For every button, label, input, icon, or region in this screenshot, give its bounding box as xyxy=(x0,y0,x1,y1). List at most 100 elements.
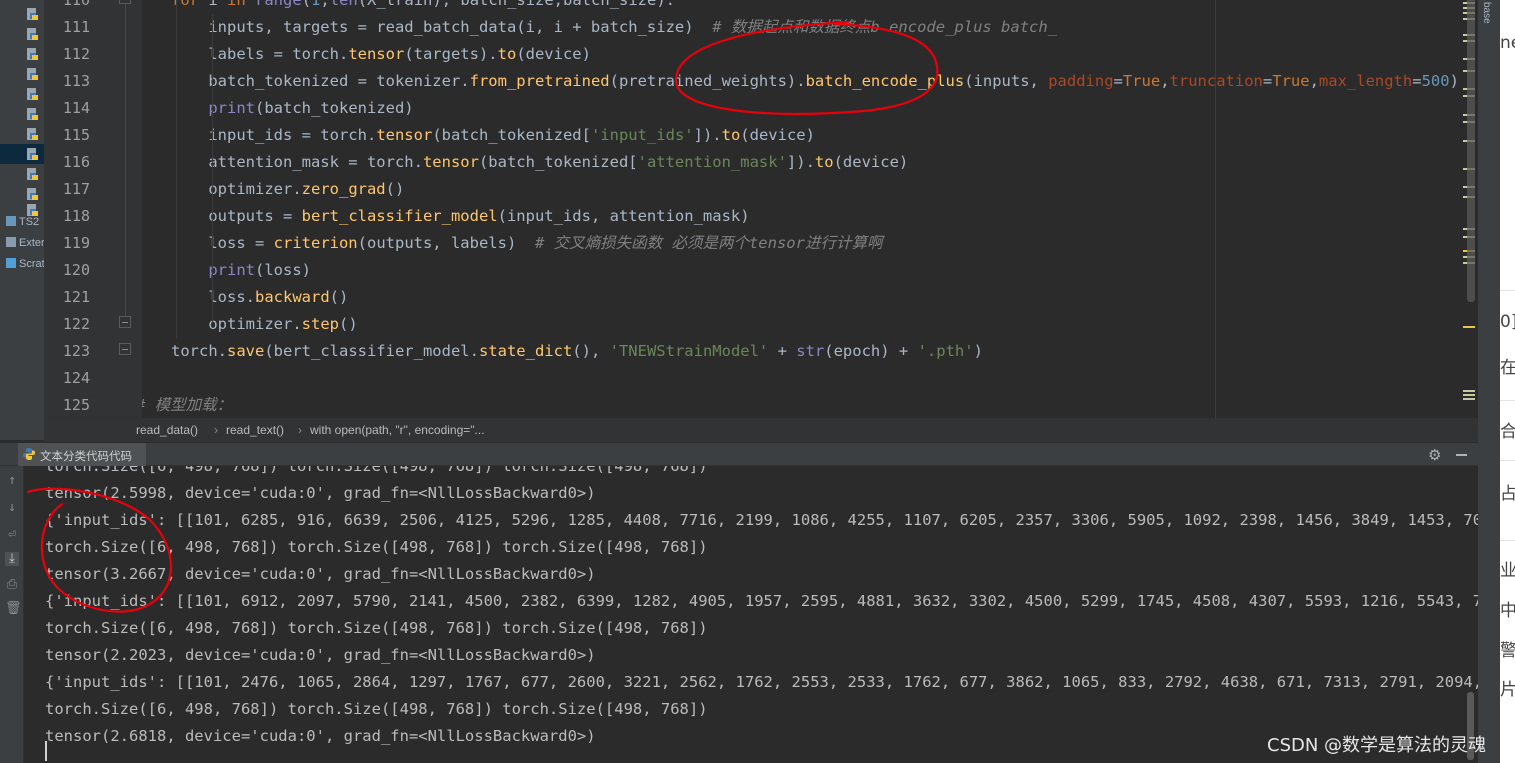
code-line[interactable]: # 模型加载： xyxy=(142,392,232,418)
line-number: 110 xyxy=(62,0,90,9)
project-tree-item[interactable]: TS2 xyxy=(6,216,39,228)
run-panel-header: 文本分类代码代码 ⚙ xyxy=(0,442,1478,466)
line-number: 116 xyxy=(62,153,90,171)
python-icon xyxy=(23,448,35,460)
scratch-icon xyxy=(6,258,16,268)
project-file-row[interactable] xyxy=(0,64,44,84)
code-line[interactable]: outputs = bert_classifier_model(input_id… xyxy=(171,203,749,230)
project-tree-item-label: TS2 xyxy=(19,216,40,228)
breadcrumb-item[interactable]: read_data() xyxy=(136,423,198,437)
fold-marker[interactable] xyxy=(119,316,131,328)
python-file-icon xyxy=(27,68,38,80)
indent-guide xyxy=(176,0,177,338)
code-inspection-marker[interactable] xyxy=(1463,398,1475,400)
line-number: 112 xyxy=(62,45,90,63)
code-line[interactable]: print(batch_tokenized) xyxy=(171,95,413,122)
project-file-row[interactable] xyxy=(0,4,44,24)
project-file-row[interactable] xyxy=(0,124,44,144)
console-line: torch.Size([6, 498, 768]) torch.Size([49… xyxy=(45,466,708,475)
trash-icon[interactable]: 🗑 xyxy=(5,602,22,616)
background-window-text: 中 xyxy=(1500,601,1515,621)
code-line[interactable]: batch_tokenized = tokenizer.from_pretrai… xyxy=(171,68,1459,95)
line-number: 117 xyxy=(62,180,90,198)
csdn-watermark: CSDN @数学是算法的灵魂 xyxy=(1267,735,1487,756)
console-line: tensor(2.6818, device='cuda:0', grad_fn=… xyxy=(45,727,596,745)
code-line[interactable]: print(loss) xyxy=(171,257,311,284)
project-file-row[interactable] xyxy=(0,104,44,124)
line-number: 119 xyxy=(62,234,90,252)
python-file-icon xyxy=(27,88,38,100)
python-file-icon xyxy=(27,204,38,216)
code-editor[interactable]: for i in range(1,len(X_train), batch_siz… xyxy=(142,0,1478,418)
line-number: 111 xyxy=(62,18,90,36)
code-line[interactable]: optimizer.zero_grad() xyxy=(171,176,404,203)
console-line: {'input_ids': [[101, 6285, 916, 6639, 25… xyxy=(45,511,1478,529)
line-number: 125 xyxy=(62,396,90,414)
line-number: 124 xyxy=(62,369,90,387)
background-browser-window: ne 0] 在合占业中警片 xyxy=(1500,0,1515,763)
editor-scrollbar-thumb[interactable] xyxy=(1467,0,1475,302)
project-tree-item-label: Scratc xyxy=(19,258,44,270)
python-file-icon xyxy=(27,148,38,160)
breadcrumb-item[interactable]: read_text() xyxy=(226,423,284,437)
background-window-text: 片 xyxy=(1500,680,1515,700)
project-tree-item-label: Extern xyxy=(19,237,44,249)
console-line: torch.Size([6, 498, 768]) torch.Size([49… xyxy=(45,538,708,556)
background-window-divider xyxy=(1500,540,1515,541)
line-number: 122 xyxy=(62,315,90,333)
run-console-output[interactable]: torch.Size([6, 498, 768]) torch.Size([49… xyxy=(24,466,1478,763)
project-file-row[interactable] xyxy=(0,164,44,184)
module-icon xyxy=(6,216,16,226)
gear-icon[interactable]: ⚙ xyxy=(1428,446,1441,464)
console-line: {'input_ids': [[101, 6912, 2097, 5790, 2… xyxy=(45,592,1478,610)
breadcrumb-item[interactable]: with open(path, "r", encoding="... xyxy=(310,423,485,437)
soft-wrap-icon[interactable]: ⏎ xyxy=(5,528,19,542)
background-window-text: 在 xyxy=(1500,358,1515,378)
console-line: {'input_ids': [[101, 2476, 1065, 2864, 1… xyxy=(45,673,1478,691)
code-line[interactable]: labels = torch.tensor(targets).to(device… xyxy=(171,41,591,68)
chevron-right-icon: › xyxy=(214,423,218,437)
project-file-row[interactable] xyxy=(0,144,44,164)
background-window-text: 业 xyxy=(1500,561,1515,581)
fold-marker[interactable] xyxy=(119,343,131,355)
database-tool-tab[interactable]: base xyxy=(1481,2,1492,24)
code-line[interactable]: input_ids = torch.tensor(batch_tokenized… xyxy=(171,122,815,149)
background-window-text: ne xyxy=(1500,33,1515,53)
project-tree-item[interactable]: Extern xyxy=(6,237,44,249)
background-window-text: 合 xyxy=(1500,422,1515,442)
code-inspection-marker[interactable] xyxy=(1463,394,1475,396)
minimize-icon[interactable] xyxy=(1456,454,1467,456)
line-number: 118 xyxy=(62,207,90,225)
chevron-right-icon: › xyxy=(298,423,302,437)
code-line[interactable]: for i in range(1,len(X_train), batch_siz… xyxy=(171,0,675,14)
background-window-divider xyxy=(1500,290,1515,291)
background-window-text: 0] xyxy=(1500,312,1515,332)
print-icon[interactable]: ⎙ xyxy=(5,578,19,592)
right-tool-stripe xyxy=(1478,0,1500,763)
code-line[interactable]: inputs, targets = read_batch_data(i, i +… xyxy=(171,14,1057,41)
run-toolbar: ↑ ↓ ⏎ ⤓ ⎙ 🗑 xyxy=(0,466,24,763)
console-line: torch.Size([6, 498, 768]) torch.Size([49… xyxy=(45,700,708,718)
python-file-icon xyxy=(27,128,38,140)
code-line[interactable]: torch.save(bert_classifier_model.state_d… xyxy=(171,338,983,365)
code-line[interactable]: loss.backward() xyxy=(171,284,348,311)
project-tree-item[interactable]: Scratc xyxy=(6,258,44,270)
code-line[interactable]: attention_mask = torch.tensor(batch_toke… xyxy=(171,149,908,176)
line-number-gutter: 110 111 112 113 114 115 116 117 118 119 120 121 122 1… xyxy=(44,0,142,418)
project-file-row[interactable] xyxy=(0,84,44,104)
code-inspection-marker[interactable] xyxy=(1463,390,1475,392)
indent-guide xyxy=(212,14,213,324)
up-arrow-icon[interactable]: ↑ xyxy=(5,474,19,488)
breadcrumb: read_data() › read_text() › with open(path, … xyxy=(44,418,1478,442)
code-line[interactable]: loss = criterion(outputs, labels) # 交叉熵损… xyxy=(171,230,882,257)
down-arrow-icon[interactable]: ↓ xyxy=(5,501,19,515)
code-line[interactable]: optimizer.step() xyxy=(171,311,357,338)
code-inspection-marker[interactable] xyxy=(1463,326,1475,328)
console-line: torch.Size([6, 498, 768]) torch.Size([49… xyxy=(45,619,708,637)
python-file-icon xyxy=(27,168,38,180)
project-file-row[interactable] xyxy=(0,44,44,64)
run-tab[interactable]: 文本分类代码代码 xyxy=(18,443,146,466)
scroll-to-end-icon[interactable]: ⤓ xyxy=(5,552,19,566)
line-number: 115 xyxy=(62,126,90,144)
project-file-row[interactable] xyxy=(0,24,44,44)
